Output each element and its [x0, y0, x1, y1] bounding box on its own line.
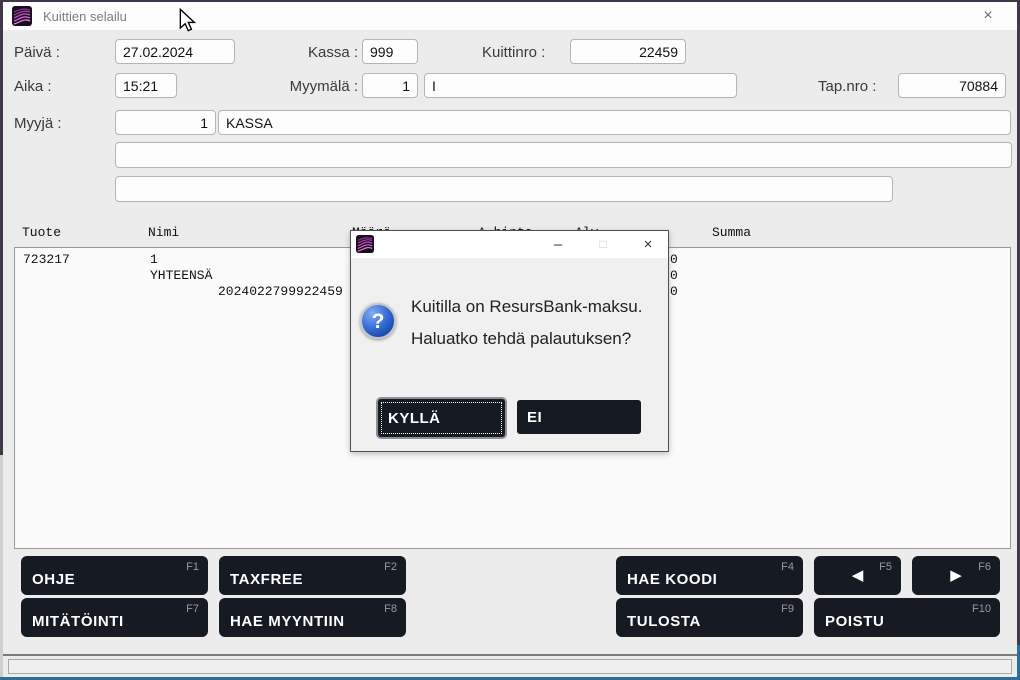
dialog-minimize-icon[interactable]: –	[546, 234, 570, 255]
myyja-number-field[interactable]: 1	[115, 110, 216, 135]
hae-koodi-fkey-label: F4	[781, 561, 794, 573]
myyja-label: Myyjä :	[14, 115, 62, 132]
prev-fkey-label: F5	[879, 561, 892, 573]
window-title: Kuittien selailu	[43, 9, 127, 24]
kuittinro-field[interactable]: 22459	[570, 39, 686, 64]
col-header-summa: Summa	[712, 225, 751, 240]
tulosta-fkey-label: F9	[781, 603, 794, 615]
dialog-maximize-icon: □	[591, 234, 615, 255]
myymala-name-field[interactable]: I	[424, 73, 737, 98]
window-border-top	[0, 0, 1020, 2]
mitatointi-fkey-label: F7	[186, 603, 199, 615]
kuittinro-label: Kuittinro :	[482, 44, 545, 61]
ohje-fkey-label: F1	[186, 561, 199, 573]
mitatointi-button-label: MITÄTÖINTI	[32, 613, 124, 630]
myyja-name-field[interactable]: KASSA	[218, 110, 1011, 135]
hae-myyntiin-button-label: HAE MYYNTIIN	[230, 613, 345, 630]
titlebar: Kuittien selailu ×	[3, 2, 1017, 30]
no-button[interactable]: EI	[517, 400, 641, 434]
status-bar	[8, 659, 1012, 674]
kassa-label: Kassa :	[275, 44, 358, 61]
taxfree-fkey-label: F2	[384, 561, 397, 573]
mitatointi-button[interactable]: MITÄTÖINTI F7	[21, 598, 208, 637]
mouse-cursor-icon	[178, 8, 196, 32]
col-header-tuote: Tuote	[22, 225, 61, 240]
next-fkey-label: F6	[978, 561, 991, 573]
paiva-field[interactable]: 27.02.2024	[115, 39, 235, 64]
table-row-cell: 723217	[23, 252, 70, 267]
prev-receipt-button[interactable]: ◀ F5	[814, 556, 901, 595]
window-border-left-lower	[0, 455, 3, 677]
extra-field-2[interactable]	[115, 176, 893, 202]
question-icon: ?	[360, 303, 396, 339]
myymala-label: Myymälä :	[268, 78, 358, 95]
taxfree-button-label: TAXFREE	[230, 571, 303, 588]
resursbank-refund-dialog: – □ × ? Kuitilla on ResursBank-maksu. Ha…	[350, 230, 669, 452]
hae-myyntiin-fkey-label: F8	[384, 603, 397, 615]
table-row-cell: 1	[150, 252, 158, 267]
yes-button[interactable]: KYLLÄ	[378, 399, 505, 437]
dialog-message-line2: Haluatko tehdä palautuksen?	[411, 329, 631, 349]
window-border-left	[0, 0, 3, 455]
table-row-cell: 0	[670, 284, 678, 299]
window-close-icon[interactable]: ×	[977, 6, 999, 26]
tapnro-label: Tap.nro :	[818, 78, 876, 95]
next-receipt-button[interactable]: ▶ F6	[912, 556, 1000, 595]
hae-koodi-button-label: HAE KOODI	[627, 571, 717, 588]
kassa-field[interactable]: 999	[362, 39, 418, 64]
tapnro-field[interactable]: 70884	[898, 73, 1006, 98]
poistu-fkey-label: F10	[972, 603, 991, 615]
myymala-number-field[interactable]: 1	[362, 73, 418, 98]
tulosta-button[interactable]: TULOSTA F9	[616, 598, 803, 637]
app-logo-icon	[12, 6, 32, 26]
poistu-button-label: POISTU	[825, 613, 884, 630]
table-row-cell: 0	[670, 252, 678, 267]
receipt-browser-window: Kuittien selailu × Päivä : 27.02.2024 Ka…	[0, 0, 1020, 680]
ohje-button[interactable]: OHJE F1	[21, 556, 208, 595]
dialog-app-logo-icon	[356, 235, 374, 253]
taxfree-button[interactable]: TAXFREE F2	[219, 556, 406, 595]
dialog-close-icon[interactable]: ×	[636, 234, 660, 255]
aika-field[interactable]: 15:21	[115, 73, 177, 98]
table-row-cell: YHTEENSÄ	[150, 268, 212, 283]
extra-field-1[interactable]	[115, 142, 1012, 168]
tulosta-button-label: TULOSTA	[627, 613, 701, 630]
table-row-cell: 0	[670, 268, 678, 283]
dialog-message-line1: Kuitilla on ResursBank-maksu.	[411, 297, 642, 317]
ohje-button-label: OHJE	[32, 571, 75, 588]
aika-label: Aika :	[14, 78, 52, 95]
col-header-nimi: Nimi	[148, 225, 179, 240]
paiva-label: Päivä :	[14, 44, 60, 61]
hae-myyntiin-button[interactable]: HAE MYYNTIIN F8	[219, 598, 406, 637]
dialog-titlebar: – □ ×	[351, 231, 668, 258]
poistu-button[interactable]: POISTU F10	[814, 598, 1000, 637]
table-row-cell: 2024022799922459	[218, 284, 343, 299]
bottom-divider	[0, 654, 1020, 656]
hae-koodi-button[interactable]: HAE KOODI F4	[616, 556, 803, 595]
